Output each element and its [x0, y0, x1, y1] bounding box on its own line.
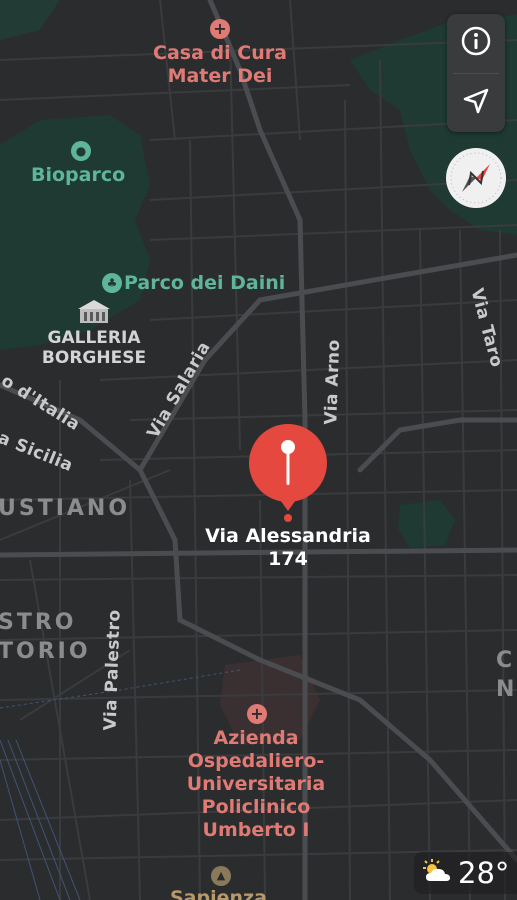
street-label-via-arno: Via Arno — [321, 338, 345, 426]
current-location-button[interactable] — [447, 74, 505, 133]
university-icon: ▲ — [211, 866, 231, 886]
poi-parco-dei-daini-label[interactable]: Parco dei Daini — [124, 272, 285, 294]
street-label-via-palestro: Via Palestro — [100, 609, 125, 731]
weather-temperature: 28° — [458, 856, 510, 890]
compass-button[interactable] — [446, 148, 506, 208]
weather-badge[interactable]: 28° — [414, 852, 517, 894]
district-label-right-edge: C N — [496, 648, 517, 702]
park-area-small — [398, 500, 455, 548]
info-button[interactable] — [447, 14, 505, 73]
location-arrow-icon — [461, 86, 491, 121]
hospital-icon: + — [247, 704, 267, 724]
poi-bioparco-label[interactable]: Bioparco — [31, 164, 125, 186]
dropped-pin[interactable] — [248, 423, 328, 523]
bioparco-icon: ● — [71, 141, 91, 161]
compass-icon — [446, 152, 506, 212]
district-label-sallustiano: USTIANO — [0, 496, 131, 521]
info-icon — [460, 25, 492, 62]
poi-galleria-borghese-label[interactable]: GALLERIA BORGHESE — [34, 328, 154, 368]
poi-casa-di-cura-label[interactable]: Casa di Cura Mater Dei — [140, 42, 300, 88]
park-icon: ♣ — [102, 273, 122, 293]
poi-casa-di-cura-icon[interactable]: + — [210, 19, 230, 39]
museum-icon — [78, 299, 110, 325]
pin-address-label[interactable]: Via Alessandria 174 — [188, 525, 388, 571]
partly-cloudy-sun-icon — [420, 857, 454, 890]
map-canvas[interactable]: + Casa di Cura Mater Dei ● Bioparco ♣ Pa… — [0, 0, 517, 900]
park-area-top-left — [0, 0, 60, 40]
map-controls — [447, 14, 505, 132]
poi-policlinico-label[interactable]: Azienda Ospedaliero- Universitaria Polic… — [166, 727, 346, 842]
poi-sapienza-label[interactable]: Sapienza — [170, 887, 267, 900]
district-label-castro-pretorio: STRO TORIO — [0, 610, 91, 664]
